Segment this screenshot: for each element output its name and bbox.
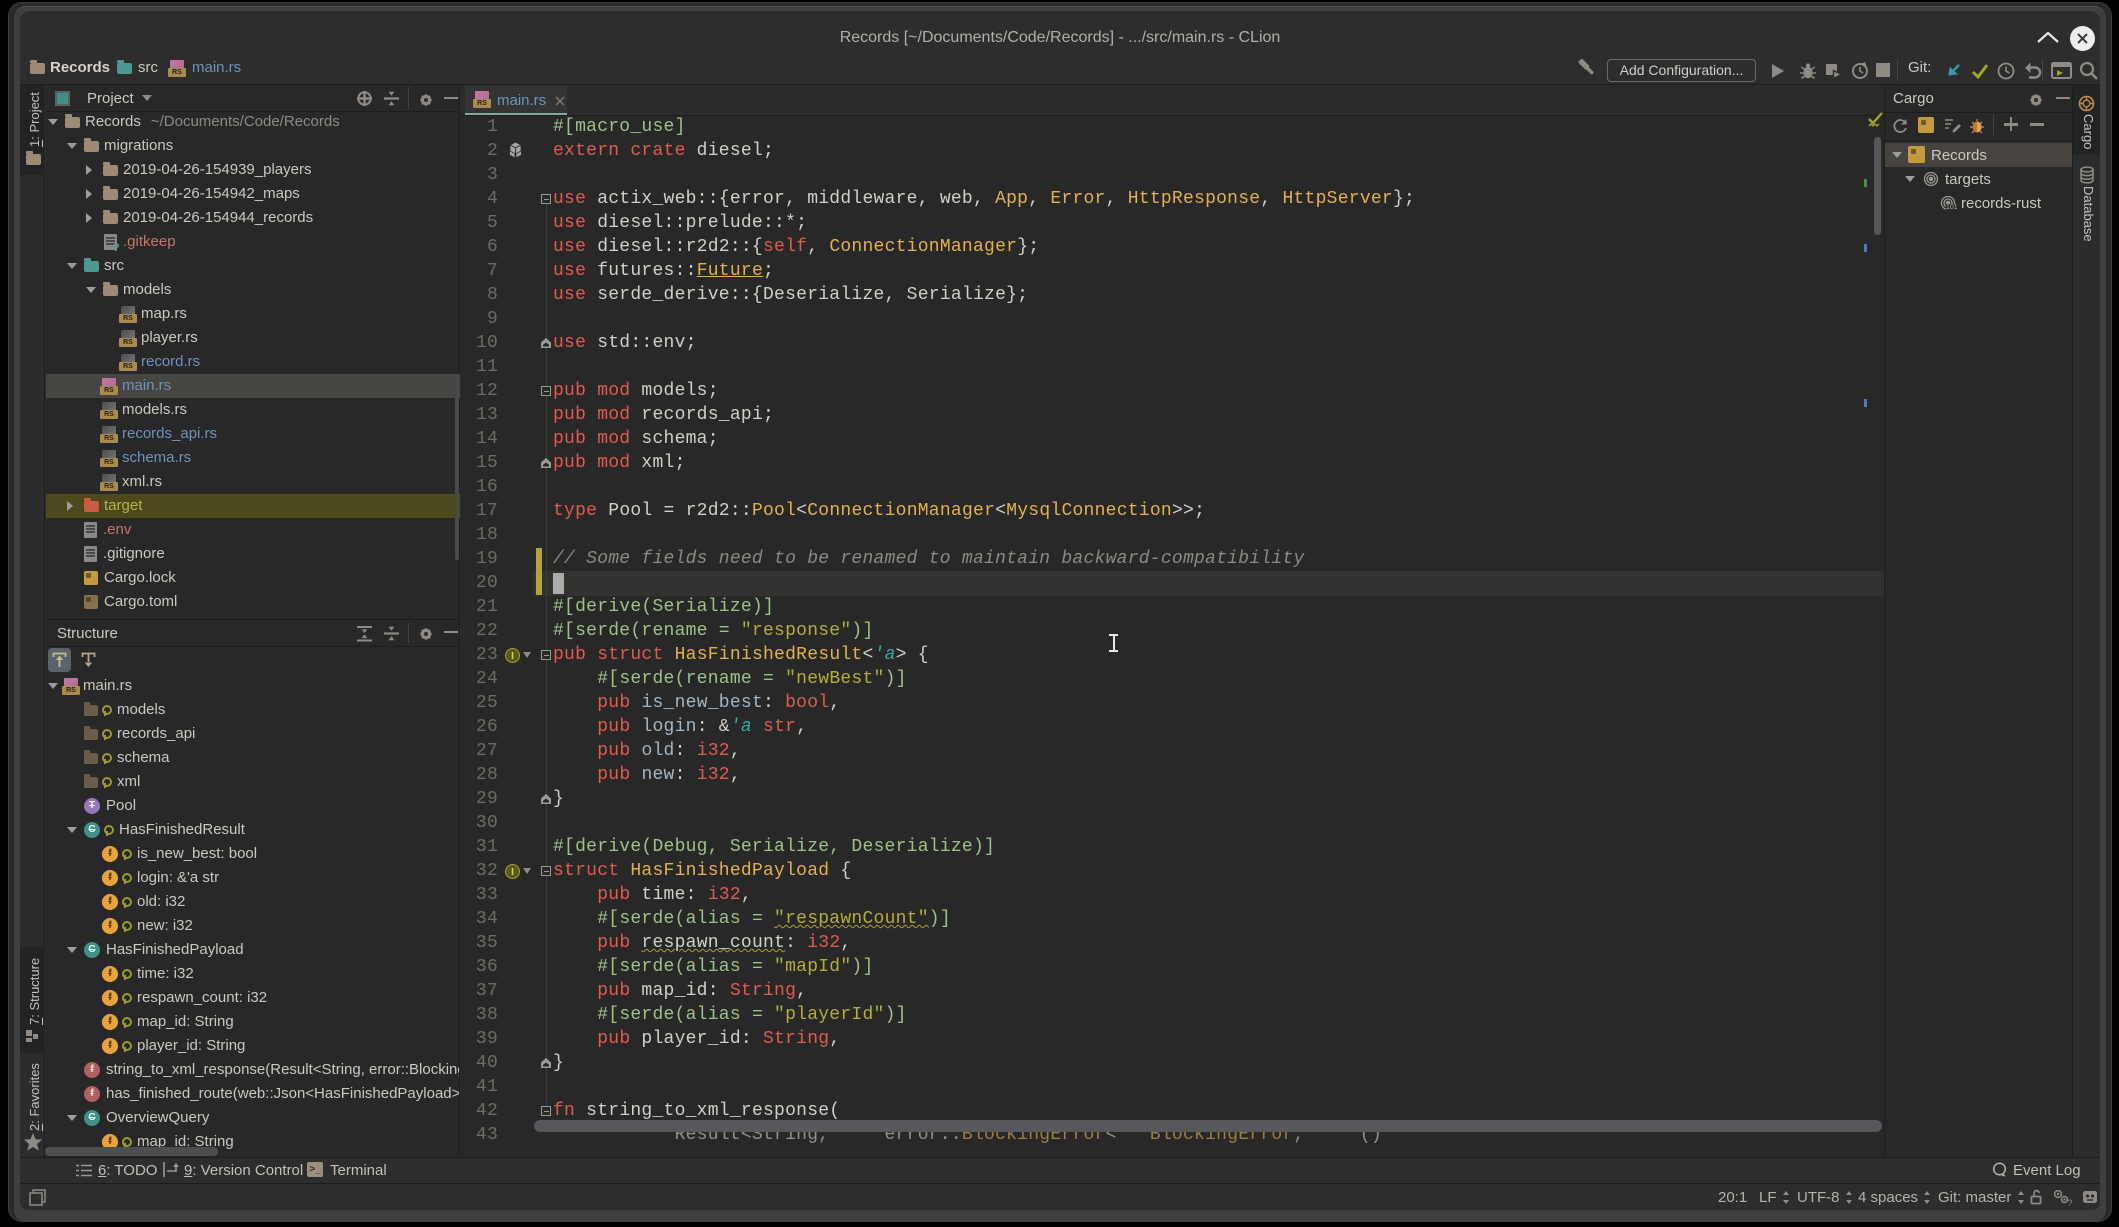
svg-text:?: ? — [2068, 1198, 2073, 1206]
